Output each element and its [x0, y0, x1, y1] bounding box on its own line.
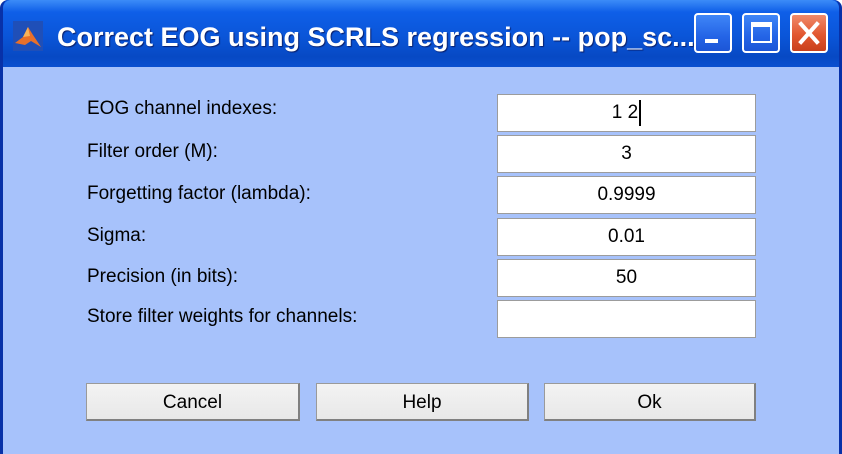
eog-channel-indexes-label: EOG channel indexes:	[87, 98, 278, 119]
cancel-button[interactable]: Cancel	[86, 383, 300, 421]
precision-label: Precision (in bits):	[87, 266, 238, 287]
sigma-label: Sigma:	[87, 225, 147, 246]
dialog-window: Correct EOG using SCRLS regression -- po…	[0, 0, 842, 454]
sigma-field[interactable]: 0.01	[497, 218, 756, 256]
filter-order-label: Filter order (M):	[87, 141, 218, 162]
maximize-icon	[751, 22, 772, 43]
close-icon	[798, 21, 820, 45]
text-caret	[639, 99, 642, 126]
store-filter-weights-field[interactable]	[497, 300, 756, 338]
eog-channel-indexes-field[interactable]: 1 2	[497, 94, 756, 132]
ok-button[interactable]: Ok	[544, 383, 756, 421]
store-filter-weights-label: Store filter weights for channels:	[87, 306, 358, 327]
forgetting-factor-field[interactable]: 0.9999	[497, 176, 756, 214]
precision-field[interactable]: 50	[497, 259, 756, 297]
forgetting-factor-label: Forgetting factor (lambda):	[87, 183, 311, 204]
eog-channel-indexes-value: 1 2	[611, 102, 639, 123]
help-button[interactable]: Help	[316, 383, 529, 421]
minimize-button[interactable]	[694, 13, 732, 53]
title-bar[interactable]: Correct EOG using SCRLS regression -- po…	[3, 0, 839, 67]
close-button[interactable]	[790, 13, 828, 53]
matlab-icon	[13, 21, 43, 51]
window-title: Correct EOG using SCRLS regression -- po…	[57, 22, 695, 52]
filter-order-field[interactable]: 3	[497, 135, 756, 173]
minimize-icon	[705, 39, 718, 43]
maximize-button[interactable]	[742, 13, 780, 53]
